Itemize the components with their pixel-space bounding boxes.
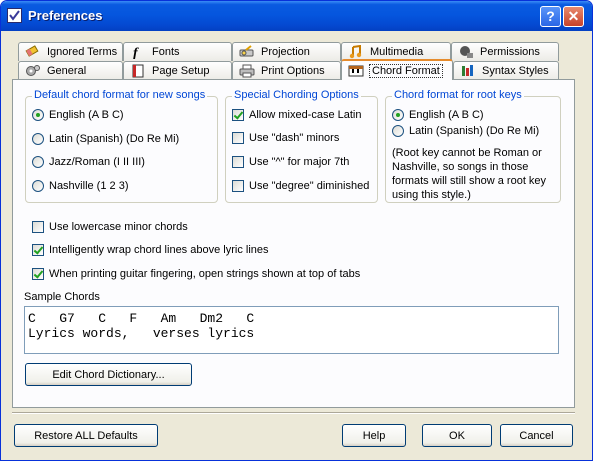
sample-chords-preview: C G7 C F Am Dm2 C Lyrics words, verses ly…	[24, 306, 559, 354]
option-label: Use "dash" minors	[249, 132, 340, 144]
caret-major7-checkbox[interactable]: Use "^" for major 7th	[232, 156, 349, 168]
checkbox[interactable]	[232, 156, 244, 168]
gears-icon	[26, 65, 40, 76]
degree-diminished-checkbox[interactable]: Use "degree" diminished	[232, 180, 369, 192]
radio-button[interactable]	[392, 109, 404, 121]
tab-projection[interactable]: Projection	[232, 42, 341, 61]
font-icon: f	[133, 46, 139, 59]
option-label: Use "degree" diminished	[249, 180, 370, 192]
close-button[interactable]: ✕	[563, 6, 584, 27]
root-format-latin-radio[interactable]: Latin (Spanish) (Do Re Mi)	[392, 125, 539, 137]
tab-page-setup[interactable]: Page Setup	[123, 61, 232, 80]
tab-permissions[interactable]: Permissions	[451, 42, 559, 61]
restore-all-defaults-button[interactable]: Restore ALL Defaults	[14, 424, 158, 447]
lowercase-minor-checkbox[interactable]: Use lowercase minor chords	[32, 221, 188, 233]
option-label: Latin (Spanish) (Do Re Mi)	[49, 133, 180, 145]
checkbox[interactable]	[232, 132, 244, 144]
svg-text:f: f	[133, 46, 139, 59]
open-strings-checkbox[interactable]: When printing guitar fingering, open str…	[32, 268, 360, 280]
app-checkbox-icon	[7, 8, 22, 23]
option-label: When printing guitar fingering, open str…	[49, 268, 361, 280]
tab-label: Fonts	[152, 46, 180, 58]
sample-lyric-line: Lyrics words, verses lyrics	[28, 326, 255, 341]
tab-chord-format[interactable]: Chord Format	[341, 59, 453, 80]
tab-label: Print Options	[261, 65, 325, 77]
option-label: Use "^" for major 7th	[249, 156, 350, 168]
root-format-english-radio[interactable]: English (A B C)	[392, 109, 484, 121]
tab-label: Syntax Styles	[482, 65, 549, 77]
tab-general[interactable]: General	[18, 61, 123, 80]
option-label: Jazz/Roman (I II III)	[49, 156, 145, 168]
tab-label: Ignored Terms	[47, 46, 118, 58]
tab-syntax-styles[interactable]: Syntax Styles	[453, 61, 559, 80]
tab-ignored-terms[interactable]: Ignored Terms	[18, 42, 123, 61]
projector-icon	[239, 45, 254, 57]
printer-icon	[239, 64, 255, 78]
option-label: Allow mixed-case Latin	[249, 109, 362, 121]
option-label: Use lowercase minor chords	[49, 221, 188, 233]
checkbox[interactable]	[32, 268, 44, 280]
option-label: English (A B C)	[409, 109, 484, 121]
radio-button[interactable]	[32, 180, 44, 192]
preferences-window: Preferences ? ✕ Ignored Terms f Fonts Pr…	[0, 0, 593, 461]
help-title-button[interactable]: ?	[540, 6, 561, 27]
dash-minors-checkbox[interactable]: Use "dash" minors	[232, 132, 339, 144]
page-setup-icon	[132, 64, 144, 78]
group-title: Default chord format for new songs	[32, 89, 208, 101]
radio-button[interactable]	[32, 156, 44, 168]
sample-chord-line: C G7 C F Am Dm2 C	[28, 311, 255, 326]
music-note-icon	[349, 45, 362, 59]
root-key-note: (Root key cannot be Roman or Nashville, …	[392, 147, 547, 201]
group-title: Chord format for root keys	[392, 89, 524, 101]
group-title: Special Chording Options	[232, 89, 361, 101]
radio-button[interactable]	[392, 125, 404, 137]
checkbox[interactable]	[32, 221, 44, 233]
tab-label: Projection	[261, 46, 310, 58]
option-label: Latin (Spanish) (Do Re Mi)	[409, 125, 540, 137]
option-label: Nashville (1 2 3)	[49, 180, 129, 192]
piano-icon	[348, 65, 364, 76]
edit-chord-dictionary-button[interactable]: Edit Chord Dictionary...	[25, 363, 192, 386]
tab-fonts[interactable]: f Fonts	[123, 42, 232, 61]
lock-icon	[460, 46, 473, 58]
checkbox[interactable]	[232, 180, 244, 192]
default-format-latin-radio[interactable]: Latin (Spanish) (Do Re Mi)	[32, 133, 179, 145]
tab-label: General	[47, 65, 87, 77]
tab-label: Chord Format	[369, 63, 443, 78]
wrap-chord-lines-checkbox[interactable]: Intelligently wrap chord lines above lyr…	[32, 244, 269, 256]
palette-icon	[462, 65, 473, 76]
allow-mixed-case-latin-checkbox[interactable]: Allow mixed-case Latin	[232, 109, 362, 121]
checkbox[interactable]	[32, 244, 44, 256]
eraser-icon	[25, 45, 39, 57]
radio-button[interactable]	[32, 109, 44, 121]
tab-label: Permissions	[480, 46, 540, 58]
window-title: Preferences	[28, 8, 103, 23]
separator	[12, 412, 575, 414]
checkbox[interactable]	[232, 109, 244, 121]
title-bar[interactable]: Preferences ? ✕	[1, 1, 592, 31]
default-format-english-radio[interactable]: English (A B C)	[32, 109, 124, 121]
option-label: English (A B C)	[49, 109, 124, 121]
ok-button[interactable]: OK	[422, 424, 492, 447]
option-label: Intelligently wrap chord lines above lyr…	[49, 244, 269, 256]
default-format-jazz-radio[interactable]: Jazz/Roman (I II III)	[32, 156, 145, 168]
tab-label: Page Setup	[152, 65, 210, 77]
tab-print-options[interactable]: Print Options	[232, 61, 341, 80]
cancel-button[interactable]: Cancel	[500, 424, 573, 447]
default-format-nashville-radio[interactable]: Nashville (1 2 3)	[32, 180, 128, 192]
radio-button[interactable]	[32, 133, 44, 145]
tab-label: Multimedia	[370, 46, 424, 58]
sample-chords-label: Sample Chords	[24, 291, 100, 303]
help-button[interactable]: Help	[342, 424, 406, 447]
